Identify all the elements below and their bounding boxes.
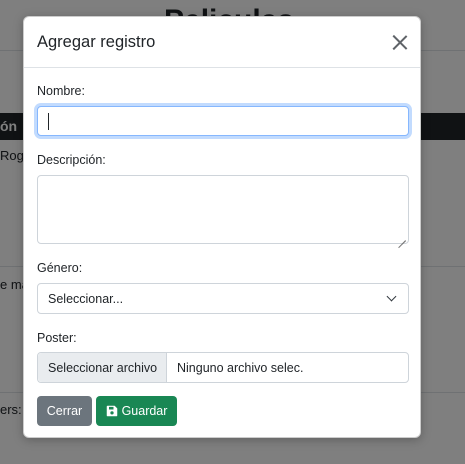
resize-handle-icon[interactable] xyxy=(398,233,406,241)
genre-label: Género: xyxy=(37,261,83,275)
chevron-down-icon xyxy=(386,291,397,302)
save-button-label: Guardar xyxy=(121,404,168,418)
poster-label: Poster: xyxy=(37,331,77,345)
description-textarea[interactable] xyxy=(37,175,409,244)
save-button[interactable]: Guardar xyxy=(96,396,177,426)
name-input[interactable] xyxy=(37,106,409,136)
name-label: Nombre: xyxy=(37,84,85,98)
floppy-disk-icon xyxy=(106,405,117,417)
choose-file-label: Seleccionar archivo xyxy=(48,361,158,375)
description-label: Descripción: xyxy=(37,153,106,167)
add-record-modal: Agregar registro Nombre: Descripción: Gé… xyxy=(23,16,421,438)
cancel-button[interactable]: Cerrar xyxy=(37,396,92,426)
modal-header: Agregar registro xyxy=(24,17,420,68)
text-caret xyxy=(48,113,50,130)
poster-file-input[interactable]: Seleccionar archivo Ninguno archivo sele… xyxy=(37,352,409,383)
modal-title: Agregar registro xyxy=(37,33,156,51)
genre-selected-value: Seleccionar... xyxy=(48,292,124,306)
close-icon[interactable] xyxy=(390,32,410,52)
cancel-button-label: Cerrar xyxy=(46,404,83,418)
choose-file-button[interactable]: Seleccionar archivo xyxy=(38,353,167,382)
file-status: Ninguno archivo selec. xyxy=(177,361,304,375)
genre-select[interactable]: Seleccionar... xyxy=(37,283,409,314)
